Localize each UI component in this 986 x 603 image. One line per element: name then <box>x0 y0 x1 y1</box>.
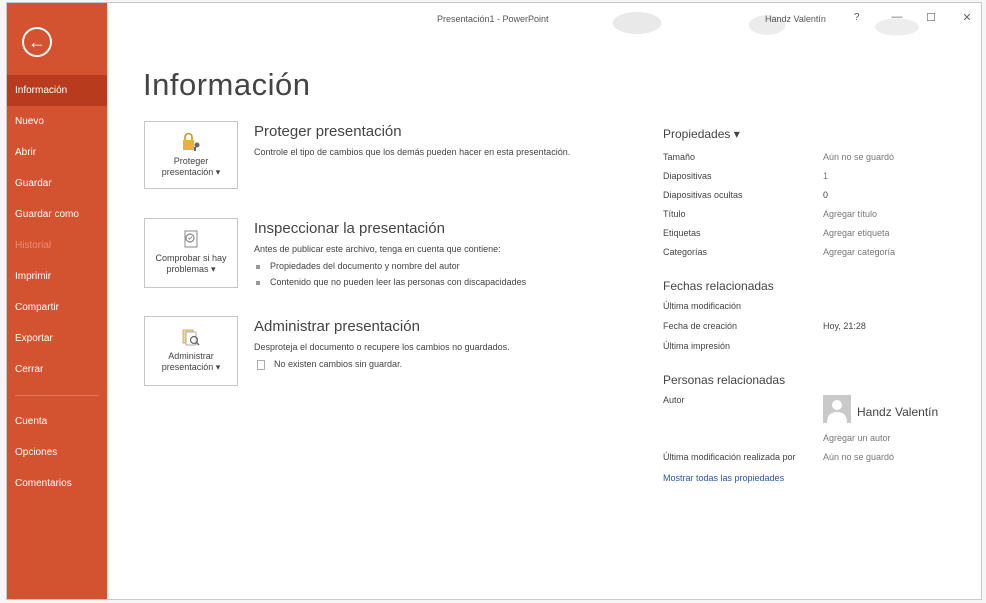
maximize-icon[interactable]: ☐ <box>923 11 939 24</box>
nav-item-exportar[interactable]: Exportar <box>7 323 107 354</box>
property-label: Categorías <box>663 247 708 257</box>
check-button-label-2: problemas ▾ <box>166 264 216 274</box>
add-author-row: Agregar un autor <box>663 433 981 447</box>
date-row: Última impresión <box>663 341 981 355</box>
nav-item-abrir[interactable]: Abrir <box>7 137 107 168</box>
check-issues-button[interactable]: Comprobar si hay problemas ▾ <box>144 218 238 288</box>
property-row: Tamaño Aún no se guardó <box>663 152 981 166</box>
show-all-properties-link[interactable]: Mostrar todas las propiedades <box>663 473 784 483</box>
protect-button-label-2: presentación ▾ <box>161 167 221 177</box>
author-label: Autor <box>663 395 685 405</box>
backstage-sidebar: ← Información Nuevo Abrir Guardar Guarda… <box>7 3 107 599</box>
title-bar: Presentación1 - PowerPoint Handz Valentí… <box>107 3 981 43</box>
nav-item-imprimir[interactable]: Imprimir <box>7 261 107 292</box>
window-title: Presentación1 - PowerPoint <box>437 14 549 24</box>
date-row: Última modificación <box>663 301 981 315</box>
protect-description: Controle el tipo de cambios que los demá… <box>254 147 571 157</box>
bullet-square-icon <box>256 264 260 269</box>
add-author-field[interactable]: Agregar un autor <box>823 433 891 443</box>
property-value: 1 <box>823 171 829 181</box>
nav-item-comentarios[interactable]: Comentarios <box>7 468 107 499</box>
lock-key-icon <box>183 132 200 151</box>
signed-in-user[interactable]: Handz Valentín <box>765 14 826 24</box>
nav-item-nuevo[interactable]: Nuevo <box>7 106 107 137</box>
last-modified-by-row: Última modificación realizada por Aún no… <box>663 452 981 466</box>
property-row: Título Agregar título <box>663 209 981 223</box>
property-label: Título <box>663 209 686 219</box>
minimize-icon[interactable]: — <box>889 11 905 23</box>
inspect-bullet-text: Propiedades del documento y nombre del a… <box>270 261 460 271</box>
inspect-document-icon <box>184 230 198 248</box>
nav-item-informacion[interactable]: Información <box>7 75 107 106</box>
manage-button-label-1: Administrar <box>168 351 214 361</box>
last-modified-by-label: Última modificación realizada por <box>663 452 796 462</box>
page-title: Información <box>143 67 311 102</box>
close-icon[interactable]: ✕ <box>959 11 975 24</box>
protect-button-label-1: Proteger <box>173 156 209 166</box>
inspect-bullet-text: Contenido que no pueden leer las persona… <box>270 277 527 287</box>
property-value: 0 <box>823 190 829 200</box>
last-modified-by-value: Aún no se guardó <box>823 452 895 462</box>
nav-item-historial: Historial <box>15 240 52 251</box>
title-value-field[interactable]: Agregar título <box>823 209 877 219</box>
property-row: Diapositivas ocultas 0 <box>663 190 981 204</box>
date-label: Última impresión <box>663 341 731 351</box>
property-label: Diapositivas ocultas <box>663 190 743 200</box>
date-row: Fecha de creación Hoy, 21:28 <box>663 321 981 335</box>
related-people-title: Personas relacionadas <box>663 373 786 387</box>
property-row: Etiquetas Agregar etiqueta <box>663 228 981 242</box>
protect-title: Proteger presentación <box>254 123 402 140</box>
check-button-label-1: Comprobar si hay <box>155 253 227 263</box>
backstage-window: ← Información Nuevo Abrir Guardar Guarda… <box>6 2 982 600</box>
nav-item-opciones[interactable]: Opciones <box>7 437 107 468</box>
date-value: Hoy, 21:28 <box>823 321 866 331</box>
manage-title: Administrar presentación <box>254 318 420 335</box>
inspect-bullet: Propiedades del documento y nombre del a… <box>256 261 460 271</box>
nav-item-compartir[interactable]: Compartir <box>7 292 107 323</box>
manage-presentation-button[interactable]: Administrar presentación ▾ <box>144 316 238 386</box>
categories-value-field[interactable]: Agregar categoría <box>823 247 895 257</box>
nav-item-cuenta[interactable]: Cuenta <box>7 406 107 437</box>
backstage-nav: Información Nuevo Abrir Guardar Guardar … <box>7 75 107 499</box>
property-label: Diapositivas <box>663 171 712 181</box>
inspect-bullet: Contenido que no pueden leer las persona… <box>256 277 526 287</box>
help-icon[interactable]: ? <box>854 12 860 23</box>
nav-item-guardar[interactable]: Guardar <box>7 168 107 199</box>
inspect-description: Antes de publicar este archivo, tenga en… <box>254 244 501 254</box>
inspect-title: Inspeccionar la presentación <box>254 220 445 237</box>
manage-note: No existen cambios sin guardar. <box>256 359 402 370</box>
manage-description: Desproteja el documento o recupere los c… <box>254 342 510 352</box>
nav-item-guardar-como[interactable]: Guardar como <box>7 199 107 230</box>
document-icon <box>257 359 265 370</box>
related-dates-title: Fechas relacionadas <box>663 279 774 293</box>
protect-presentation-button[interactable]: Proteger presentación ▾ <box>144 121 238 189</box>
properties-title[interactable]: Propiedades ▾ <box>663 127 740 141</box>
bullet-square-icon <box>256 280 260 285</box>
manage-button-label-2: presentación ▾ <box>161 362 221 372</box>
property-label: Etiquetas <box>663 228 701 238</box>
nav-divider <box>15 395 99 396</box>
back-arrow-icon[interactable]: ← <box>22 27 52 57</box>
date-label: Fecha de creación <box>663 321 738 331</box>
manage-note-text: No existen cambios sin guardar. <box>274 359 403 369</box>
nav-item-cerrar[interactable]: Cerrar <box>7 354 107 385</box>
manage-versions-icon <box>182 329 200 346</box>
property-row: Diapositivas 1 <box>663 171 981 185</box>
person-icon <box>827 400 847 423</box>
date-label: Última modificación <box>663 301 742 311</box>
property-value: Aún no se guardó <box>823 152 895 162</box>
author-name[interactable]: Handz Valentín <box>857 405 938 419</box>
property-label: Tamaño <box>663 152 696 162</box>
avatar <box>823 395 851 423</box>
tags-value-field[interactable]: Agregar etiqueta <box>823 228 890 238</box>
property-row: Categorías Agregar categoría <box>663 247 981 261</box>
